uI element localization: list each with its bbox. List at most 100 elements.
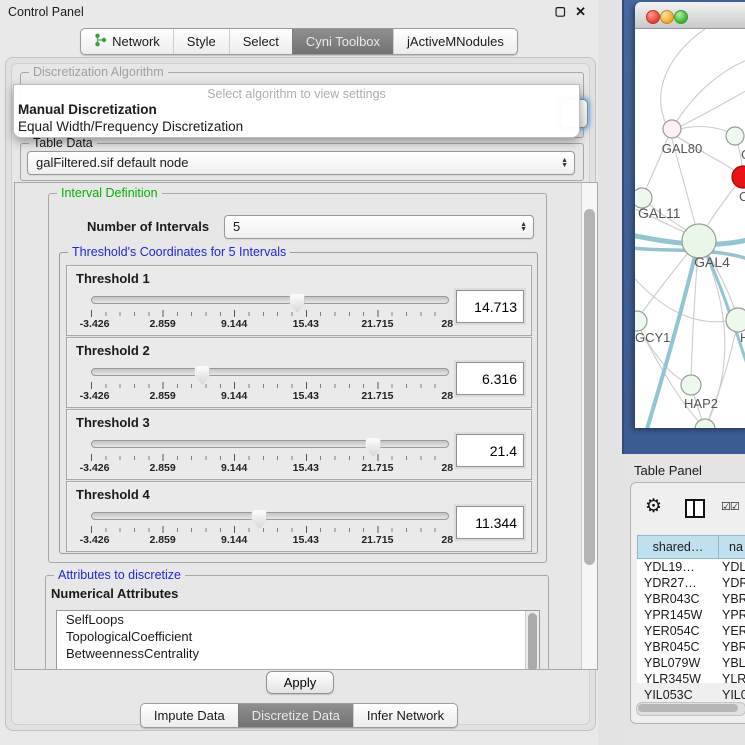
table-row[interactable]: YPR145WYPR1 xyxy=(637,607,745,623)
table-panel: Table Panel ⚙ ☑☑ shared… na YDL19…YDL1 Y… xyxy=(622,454,745,745)
tab-discretize-data[interactable]: Discretize Data xyxy=(238,704,353,727)
attributes-list-scrollbar[interactable] xyxy=(525,611,539,670)
numerical-attributes-list[interactable]: SelfLoops TopologicalCoefficient Between… xyxy=(56,610,540,670)
threshold-2-panel: Threshold 2 -3.426 2.859 9.144 15.43 21.… xyxy=(66,337,532,408)
algorithm-placeholder: Select algorithm to view settings xyxy=(14,85,579,101)
table-horizontal-scrollbar[interactable] xyxy=(636,702,745,716)
checkbox-icons[interactable]: ☑☑ xyxy=(721,500,739,513)
table-row[interactable]: YLR345WYLR3 xyxy=(637,671,745,687)
algorithm-dropdown-popup: Select algorithm to view settings Manual… xyxy=(13,84,580,138)
attributes-group-title: Attributes to discretize xyxy=(54,568,185,582)
algorithm-option-equal-width[interactable]: Equal Width/Frequency Discretization xyxy=(14,118,579,135)
tick-labels: -3.426 2.859 9.144 15.43 21.715 28 xyxy=(91,318,449,330)
table-data-group-title: Table Data xyxy=(29,136,97,150)
node-label: GA xyxy=(741,147,745,162)
table-header-row: shared… na xyxy=(637,535,745,559)
tick-labels: -3.426 2.859 9.144 15.43 21.715 28 xyxy=(91,462,449,474)
node-label: GAL80 xyxy=(662,141,702,156)
tab-select[interactable]: Select xyxy=(229,29,292,54)
zoom-traffic-light[interactable] xyxy=(674,10,688,24)
node-label: H xyxy=(740,330,745,345)
float-window-icon[interactable]: ▢ xyxy=(555,4,566,18)
table-row[interactable]: YBL079WYBL0 xyxy=(637,655,745,671)
algorithm-option-manual[interactable]: Manual Discretization xyxy=(14,101,579,118)
threshold-1-slider[interactable]: -3.426 2.859 9.144 15.43 21.715 28 xyxy=(91,296,449,330)
table-row[interactable]: YDL19…YDL1 xyxy=(637,559,745,575)
node-gal80[interactable] xyxy=(663,120,681,138)
table-data-selected: galFiltered.sif default node xyxy=(36,155,188,170)
num-intervals-combobox[interactable]: 5 ▲▼ xyxy=(224,215,534,239)
threshold-2-label: Threshold 2 xyxy=(76,343,150,358)
threshold-3-value-field[interactable] xyxy=(456,434,524,467)
attributes-group: Attributes to discretize Numerical Attri… xyxy=(45,575,549,670)
table-row[interactable]: YBR045CYBR0 xyxy=(637,639,745,655)
node-selected-red[interactable] xyxy=(732,166,745,188)
interval-definition-title: Interval Definition xyxy=(57,186,162,200)
threshold-2-slider[interactable]: -3.426 2.859 9.144 15.43 21.715 28 xyxy=(91,368,449,402)
threshold-4-value-field[interactable] xyxy=(456,506,524,539)
tab-jactivemnodules[interactable]: jActiveMNodules xyxy=(393,29,517,54)
tab-infer-network[interactable]: Infer Network xyxy=(353,704,457,727)
combo-arrows-icon: ▲▼ xyxy=(561,152,568,174)
interval-definition-group: Interval Definition Number of Intervals … xyxy=(48,193,547,563)
node-label: HAP2 xyxy=(684,396,718,411)
bottom-tab-bar: Impute Data Discretize Data Infer Networ… xyxy=(0,703,598,728)
node-label: GAL4 xyxy=(694,254,730,270)
node-gcy1[interactable] xyxy=(635,311,647,331)
tab-cyni-toolbox[interactable]: Cyni Toolbox xyxy=(292,29,393,54)
minimize-traffic-light[interactable] xyxy=(660,10,674,24)
table-data-combobox[interactable]: galFiltered.sif default node ▲▼ xyxy=(27,151,575,175)
node-hap2[interactable] xyxy=(681,375,701,395)
node-label: GAL11 xyxy=(638,205,681,221)
table-row[interactable]: YBR043CYBR0 xyxy=(637,591,745,607)
table-data-group: Table Data galFiltered.sif default node … xyxy=(20,143,584,181)
network-window: GAL80 GA C GAL11 GAL4 GCY1 H HAP2 xyxy=(635,2,745,428)
table-panel-title: Table Panel xyxy=(634,463,702,478)
network-canvas[interactable]: GAL80 GA C GAL11 GAL4 GCY1 H HAP2 xyxy=(635,29,745,428)
column-header-name[interactable]: na xyxy=(719,536,745,558)
network-graph: GAL80 GA C GAL11 GAL4 GCY1 H HAP2 xyxy=(635,29,745,428)
algorithm-group-title: Discretization Algorithm xyxy=(29,65,168,79)
panel-title: Control Panel xyxy=(8,5,84,19)
threshold-1-panel: Threshold 1 -3.426 2.859 9.144 15.43 21.… xyxy=(66,265,532,336)
threshold-4-label: Threshold 4 xyxy=(76,487,150,502)
split-columns-icon[interactable] xyxy=(685,499,705,518)
combo-arrows-icon: ▲▼ xyxy=(520,216,527,238)
column-header-shared[interactable]: shared… xyxy=(638,536,719,558)
node-label: C xyxy=(739,189,745,204)
node-ga[interactable] xyxy=(726,127,744,145)
tab-impute-data[interactable]: Impute Data xyxy=(141,704,238,727)
tab-network[interactable]: Network xyxy=(81,29,173,54)
numerical-attributes-heading: Numerical Attributes xyxy=(51,586,178,601)
node-gal4[interactable] xyxy=(682,224,716,258)
settings-vertical-scrollbar[interactable] xyxy=(581,183,597,669)
threshold-1-value-field[interactable] xyxy=(456,290,524,323)
threshold-4-slider[interactable]: -3.426 2.859 9.144 15.43 21.715 28 xyxy=(91,512,449,546)
list-item[interactable]: TopologicalCoefficient xyxy=(57,628,539,645)
table-row[interactable]: YER054CYER0 xyxy=(637,623,745,639)
thresholds-group: Threshold's Coordinates for 5 Intervals … xyxy=(59,252,538,554)
node-label: GCY1 xyxy=(635,330,670,345)
num-intervals-value: 5 xyxy=(233,219,240,234)
thresholds-group-title: Threshold's Coordinates for 5 Intervals xyxy=(68,245,290,259)
close-traffic-light[interactable] xyxy=(646,10,660,24)
threshold-3-label: Threshold 3 xyxy=(76,415,150,430)
threshold-2-value-field[interactable] xyxy=(456,362,524,395)
gear-icon[interactable]: ⚙ xyxy=(645,495,662,518)
apply-button[interactable]: Apply xyxy=(266,671,334,694)
tab-style[interactable]: Style xyxy=(173,29,229,54)
node-h[interactable] xyxy=(726,308,745,332)
threshold-3-panel: Threshold 3 -3.426 2.859 9.144 15.43 21.… xyxy=(66,409,532,480)
threshold-4-panel: Threshold 4 -3.426 2.859 9.144 15.43 21.… xyxy=(66,481,532,552)
network-window-frame: GAL80 GA C GAL11 GAL4 GCY1 H HAP2 xyxy=(622,0,745,454)
list-item[interactable]: BetweennessCentrality xyxy=(57,645,539,662)
threshold-3-slider[interactable]: -3.426 2.859 9.144 15.43 21.715 28 xyxy=(91,440,449,474)
list-item[interactable]: SelfLoops xyxy=(57,611,539,628)
network-window-titlebar[interactable] xyxy=(635,2,745,29)
num-intervals-label: Number of Intervals xyxy=(87,219,209,234)
node-table: shared… na YDL19…YDL1 YDR27…YDR2 YBR043C… xyxy=(637,535,745,683)
tick-labels: -3.426 2.859 9.144 15.43 21.715 28 xyxy=(91,390,449,402)
table-row[interactable]: YDR27…YDR2 xyxy=(637,575,745,591)
table-row[interactable]: YIL053CYIL0 xyxy=(637,687,745,703)
close-icon[interactable]: ✕ xyxy=(575,4,586,20)
